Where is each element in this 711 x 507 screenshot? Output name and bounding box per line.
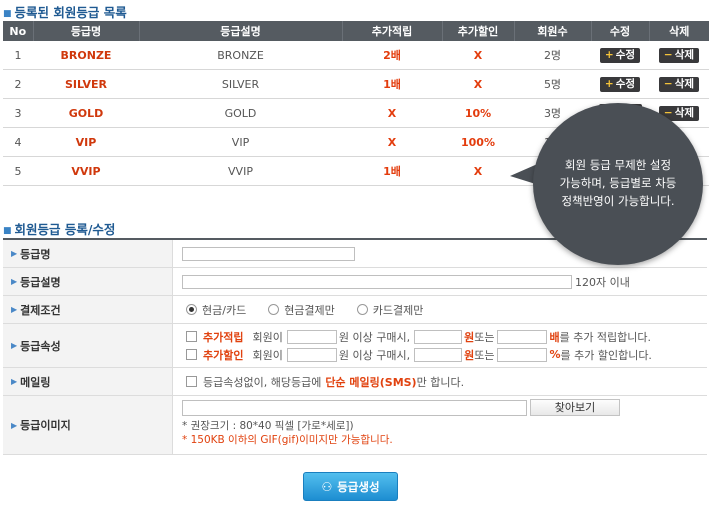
grade-form: ▶ 등급명 ▶ 등급설명 120자 이내 ▶ 결제조건 현금/카드 현금결제만 카드결… <box>3 238 707 455</box>
discount-min-amount-input[interactable] <box>286 347 337 362</box>
bullet-icon: ■ <box>3 226 12 236</box>
bubble-text: 정책반영이 가능합니다. <box>561 194 675 208</box>
delete-button[interactable]: − 삭제 <box>658 47 700 63</box>
row-grade-attr: ▶ 등급속성 추가적립 회원이 원 이상 구매시, 원 또는 배를 추가 적립합니다… <box>3 324 707 368</box>
reward-multiplier-input[interactable] <box>497 329 548 344</box>
row-no: 1 <box>3 41 33 70</box>
row-discount: 100% <box>442 127 514 157</box>
row-reward: 1배 <box>342 156 442 186</box>
row-desc: SILVER <box>139 69 342 99</box>
row-name: SILVER <box>33 69 139 99</box>
table-row: 2 SILVER SILVER 1배 X 5명 + 수정 − 삭제 <box>3 69 709 99</box>
row-name: VIP <box>33 127 139 157</box>
grade-form-title: ■ 회원등급 등록/수정 <box>3 222 116 237</box>
grade-name-input[interactable] <box>182 246 355 261</box>
users-icon: ⚇ <box>321 479 333 494</box>
grade-list-title: ■ 등록된 회원등급 목록 <box>3 5 127 20</box>
row-name: VVIP <box>33 156 139 186</box>
arrow-right-icon: ▶ <box>11 305 18 314</box>
row-reward: 2배 <box>342 41 442 70</box>
row-discount: 10% <box>442 98 514 128</box>
col-members: 회원수 <box>514 21 592 41</box>
row-no: 2 <box>3 69 33 99</box>
arrow-right-icon: ▶ <box>11 277 18 286</box>
row-desc: GOLD <box>139 98 342 128</box>
delete-button[interactable]: − 삭제 <box>658 76 700 92</box>
col-name: 등급명 <box>33 21 140 41</box>
image-format-note: * 150KB 이하의 GIF(gif)이미지만 가능합니다. <box>182 434 393 446</box>
row-delete-cell: − 삭제 <box>649 41 709 70</box>
arrow-right-icon: ▶ <box>11 377 18 386</box>
row-desc: VVIP <box>139 156 342 186</box>
row-name: BRONZE <box>33 41 139 70</box>
image-size-note: * 권장크기 : 80*40 픽셀 [가로*세로]) <box>182 420 354 432</box>
row-no: 5 <box>3 156 33 186</box>
minus-icon: − <box>663 77 673 90</box>
desc-limit-hint: 120자 이내 <box>575 275 630 289</box>
row-no: 3 <box>3 98 33 128</box>
bullet-icon: ■ <box>3 9 12 19</box>
row-edit-cell: + 수정 <box>591 41 649 70</box>
reward-min-amount-input[interactable] <box>286 329 337 344</box>
row-members: 5명 <box>514 69 591 99</box>
row-grade-image: ▶ 등급이미지 찾아보기 * 권장크기 : 80*40 픽셀 [가로*세로]) *… <box>3 396 707 455</box>
table-header: No 등급명 등급설명 추가적립 추가할인 회원수 수정 삭제 <box>3 21 709 41</box>
payment-radio-card-only[interactable] <box>356 304 368 315</box>
row-reward: X <box>342 127 442 157</box>
payment-radio-cash-only[interactable] <box>268 304 280 315</box>
row-desc: BRONZE <box>139 41 342 70</box>
row-mailing: ▶ 메일링 등급속성없이, 해당등급에 단순 메일링(SMS) 만 합니다. <box>3 368 707 396</box>
col-delete: 삭제 <box>649 21 709 41</box>
row-reward: 1배 <box>342 69 442 99</box>
row-name: GOLD <box>33 98 139 128</box>
reward-checkbox[interactable] <box>186 331 197 342</box>
info-bubble: 회원 등급 무제한 설정 가능하며, 등급별로 차등 정책반영이 가능합니다. <box>533 103 703 265</box>
row-no: 4 <box>3 127 33 157</box>
row-payment: ▶ 결제조건 현금/카드 현금결제만 카드결제만 <box>3 296 707 324</box>
col-edit: 수정 <box>591 21 650 41</box>
bubble-text: 가능하며, 등급별로 차등 <box>559 176 677 190</box>
grade-desc-input[interactable] <box>182 274 572 289</box>
row-reward: X <box>342 98 442 128</box>
discount-percent-input[interactable] <box>497 347 548 362</box>
row-discount: X <box>442 69 514 99</box>
col-discount: 추가할인 <box>442 21 515 41</box>
row-members: 2명 <box>514 41 591 70</box>
row-discount: X <box>442 41 514 70</box>
row-desc: VIP <box>139 127 342 157</box>
row-discount: X <box>442 156 514 186</box>
edit-button[interactable]: + 수정 <box>599 76 641 92</box>
mailing-checkbox[interactable] <box>186 376 197 387</box>
browse-button[interactable]: 찾아보기 <box>530 399 620 416</box>
discount-checkbox[interactable] <box>186 349 197 360</box>
plus-icon: + <box>604 48 614 61</box>
arrow-right-icon: ▶ <box>11 420 18 430</box>
col-no: No <box>3 21 34 41</box>
row-delete-cell: − 삭제 <box>649 69 709 99</box>
arrow-right-icon: ▶ <box>11 341 18 350</box>
create-grade-button[interactable]: ⚇ 등급생성 <box>303 472 398 501</box>
table-row: 1 BRONZE BRONZE 2배 X 2명 + 수정 − 삭제 <box>3 41 709 70</box>
row-edit-cell: + 수정 <box>591 69 649 99</box>
payment-radio-cash-card[interactable] <box>186 304 197 315</box>
discount-amount-input[interactable] <box>414 347 463 362</box>
image-file-input[interactable] <box>182 399 527 416</box>
col-desc: 등급설명 <box>139 21 343 41</box>
arrow-right-icon: ▶ <box>11 249 18 258</box>
row-grade-desc: ▶ 등급설명 120자 이내 <box>3 268 707 296</box>
bubble-text: 회원 등급 무제한 설정 <box>564 158 672 172</box>
col-reward: 추가적립 <box>342 21 443 41</box>
plus-icon: + <box>604 77 614 90</box>
reward-amount-input[interactable] <box>414 329 463 344</box>
edit-button[interactable]: + 수정 <box>599 47 641 63</box>
minus-icon: − <box>663 48 673 61</box>
